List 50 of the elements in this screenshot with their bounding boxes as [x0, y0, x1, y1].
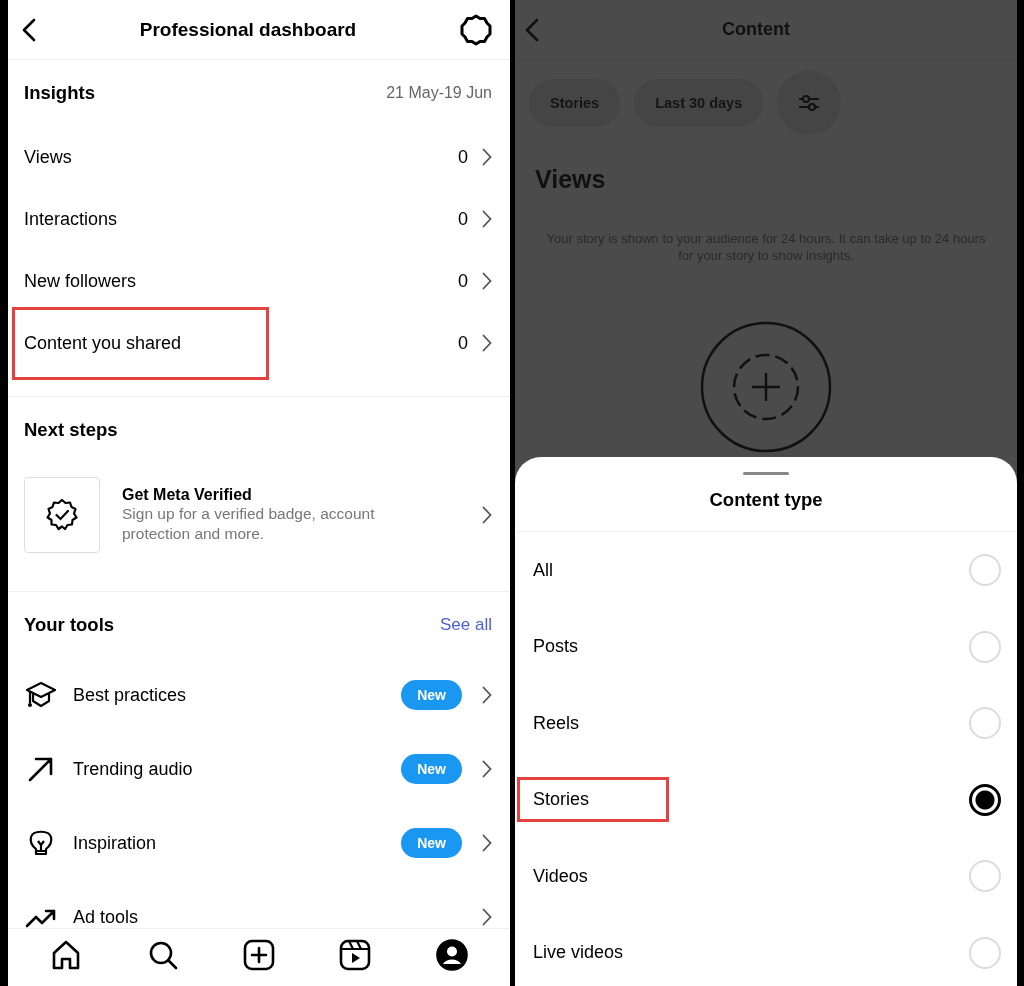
chevron-icon[interactable] — [482, 686, 492, 704]
section-heading: Next steps — [24, 419, 118, 441]
insight-label[interactable]: New followers — [24, 270, 458, 292]
option-label[interactable]: Posts — [533, 636, 969, 658]
screen-title: Content — [721, 19, 791, 40]
back-icon[interactable] — [22, 17, 36, 42]
sheet-title: Content type — [515, 475, 1017, 532]
option-label[interactable]: Live videos — [533, 942, 969, 964]
chevron-icon[interactable] — [482, 334, 492, 352]
profile-icon[interactable] — [435, 938, 468, 971]
chevron-icon[interactable] — [482, 506, 492, 524]
section-heading: Your tools — [24, 614, 115, 636]
verified-badge-icon — [45, 498, 79, 532]
add-post-icon[interactable] — [242, 938, 275, 971]
tool-label[interactable]: Ad tools — [73, 906, 482, 928]
insight-count: 0 — [458, 270, 468, 292]
screen-title: Professional dashboard — [138, 18, 358, 41]
new-badge: New — [401, 828, 462, 858]
sliders-icon — [798, 93, 821, 113]
insight-label[interactable]: Content you shared — [24, 332, 182, 354]
tool-label[interactable]: Trending audio — [73, 758, 402, 780]
tool-label[interactable]: Inspiration — [73, 832, 402, 854]
insight-label[interactable]: Interactions — [24, 208, 458, 230]
chevron-icon[interactable] — [482, 908, 492, 926]
insight-count: 0 — [458, 146, 468, 168]
option-label[interactable]: Videos — [533, 865, 969, 887]
date-range: 21 May-19 Jun — [386, 84, 492, 102]
section-heading: Insights — [24, 82, 95, 104]
card-title[interactable]: Get Meta Verified — [122, 486, 432, 504]
new-badge: New — [401, 754, 462, 784]
card-description: Sign up for a verified badge, account protection and more. — [122, 504, 376, 544]
insight-count: 0 — [458, 208, 468, 230]
section-heading: Views — [534, 164, 607, 194]
insight-count: 0 — [458, 332, 468, 354]
option-label[interactable]: Reels — [533, 712, 969, 734]
chevron-icon[interactable] — [482, 760, 492, 778]
see-all-link[interactable]: See all — [440, 615, 492, 635]
radio-button[interactable] — [969, 783, 1001, 816]
chevron-icon[interactable] — [482, 834, 492, 852]
sheet-handle[interactable] — [743, 472, 789, 475]
option-label[interactable]: All — [533, 559, 969, 581]
insight-label[interactable]: Views — [24, 146, 458, 168]
chevron-icon[interactable] — [482, 210, 492, 228]
new-badge: New — [401, 680, 462, 710]
option-label[interactable]: Stories — [533, 789, 590, 811]
chevron-icon[interactable] — [482, 148, 492, 166]
chevron-icon[interactable] — [482, 272, 492, 290]
settings-icon[interactable] — [460, 13, 492, 46]
reels-icon[interactable] — [339, 938, 372, 971]
tool-label[interactable]: Best practices — [73, 684, 402, 706]
